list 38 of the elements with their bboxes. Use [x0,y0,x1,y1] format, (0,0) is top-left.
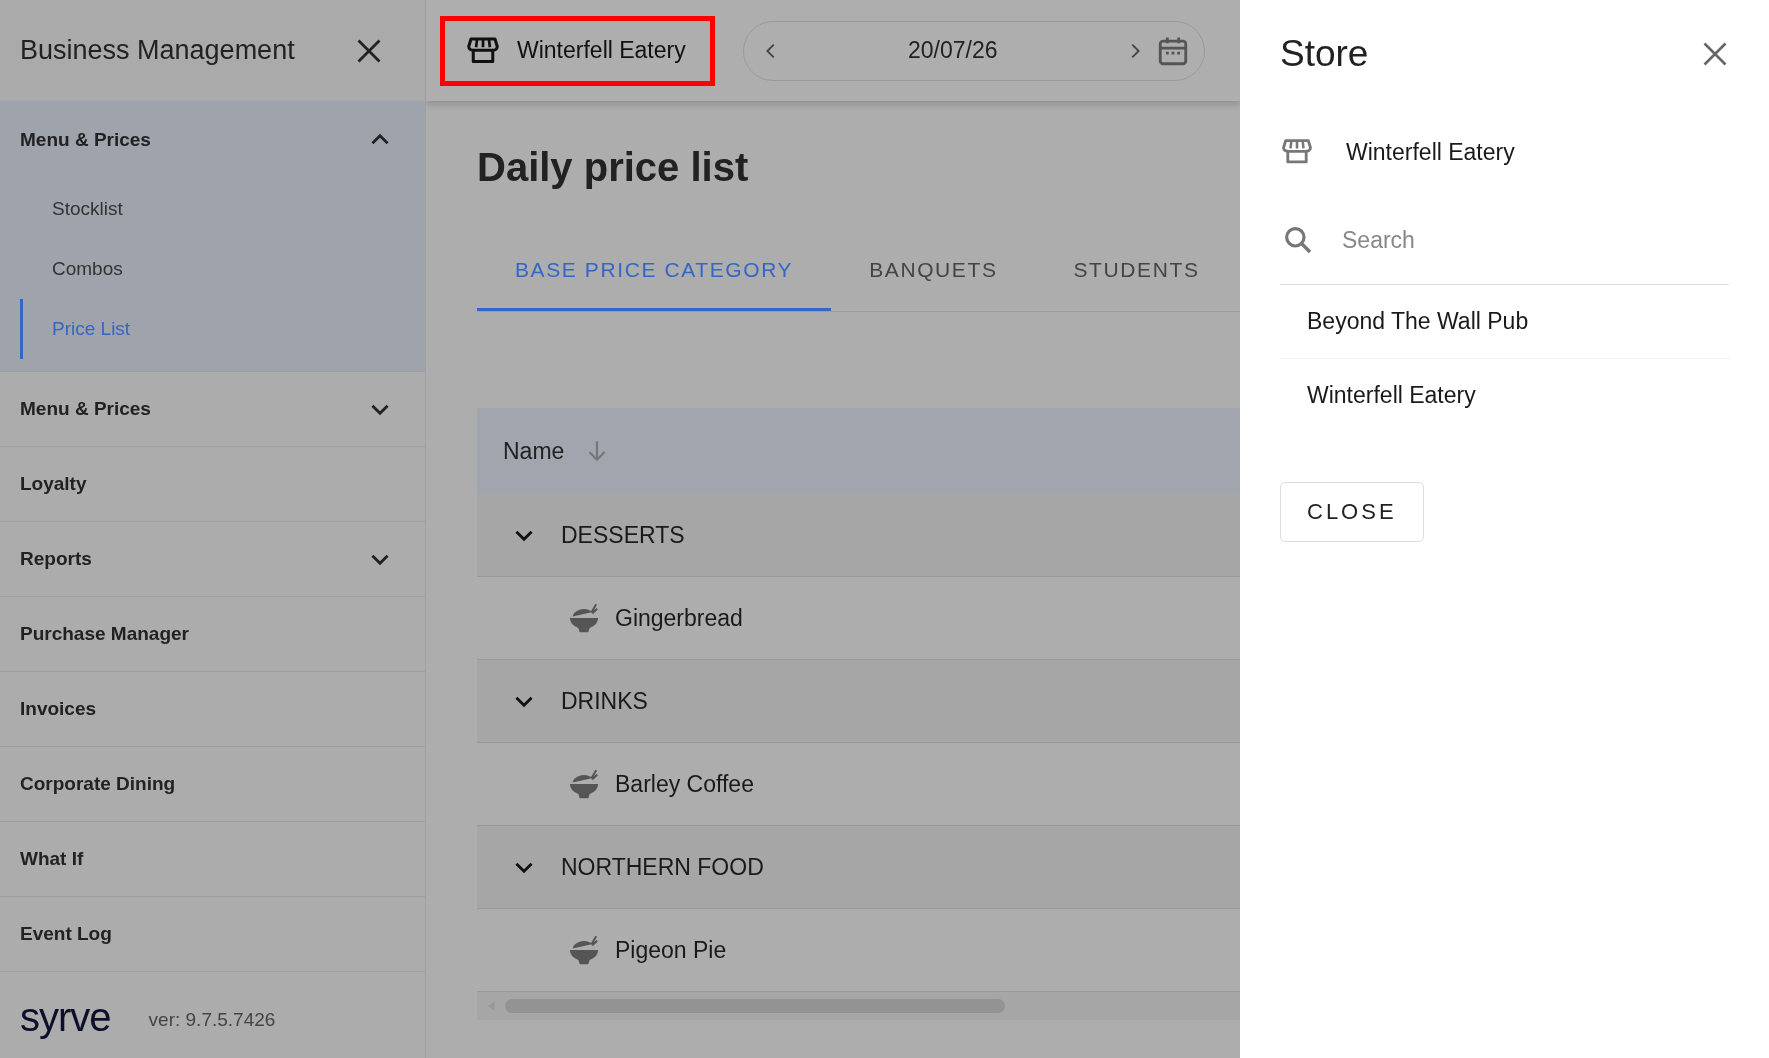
submenu-item[interactable]: Stocklist [20,179,133,239]
submenu-item[interactable]: Combos [20,239,133,299]
store-option[interactable]: Winterfell Eatery [1280,359,1729,432]
menu-item[interactable]: Purchase Manager [0,597,425,671]
close-icon[interactable] [1701,40,1729,68]
item-name: Barley Coffee [615,770,754,798]
bowl-icon [567,933,601,967]
close-button[interactable]: CLOSE [1280,482,1424,542]
menu-group-item[interactable]: Reports [0,522,425,596]
column-header[interactable]: Name [503,437,565,465]
sidebar-title: Business Management [20,35,295,66]
tab[interactable]: BANQUETS [831,224,1036,311]
page-title: Daily price list [477,145,750,190]
tab[interactable]: STUDENTS [1035,224,1238,311]
menu-item[interactable]: Invoices [0,672,425,746]
current-store: Winterfell Eatery [1346,138,1515,166]
menu-item[interactable]: Corporate Dining [0,747,425,821]
category-name: NORTHERN FOOD [561,853,764,881]
menu-group-item[interactable]: Menu & Prices [0,372,425,446]
bowl-icon [567,601,601,635]
menu-group-item[interactable]: Menu & Prices [0,101,425,179]
logo: syrve [20,994,111,1040]
scrollbar[interactable] [477,992,1240,1020]
store-button[interactable]: Winterfell Eatery [440,15,715,86]
menu-item[interactable]: What If [0,822,425,896]
drawer-title: Store [1280,33,1369,75]
date-text: 20/07/26 [906,37,999,64]
search-field[interactable]: Search [1340,225,1729,255]
item-name: Gingerbread [615,604,743,632]
menu-item[interactable]: Event Log [0,897,425,971]
item-name: Pigeon Pie [615,936,727,964]
category-name: DESSERTS [561,521,685,549]
category-name: DRINKS [561,687,648,715]
menu-item[interactable]: Loyalty [0,447,425,521]
bowl-icon [567,767,601,801]
version-text: ver: 9.7.5.7426 [148,1009,276,1031]
search-icon [1282,224,1314,256]
store-option[interactable]: Beyond The Wall Pub [1280,285,1729,359]
